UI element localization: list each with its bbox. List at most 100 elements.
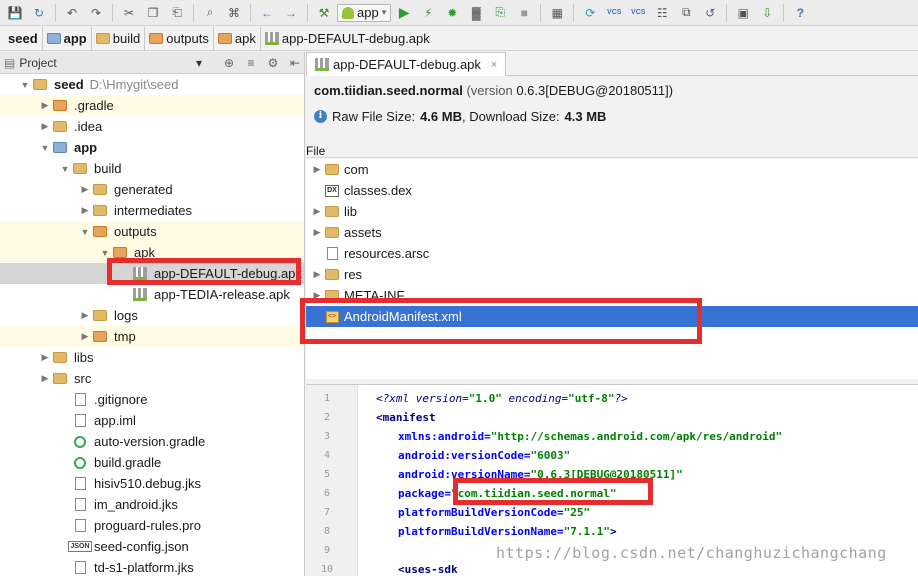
line-number: 5	[323, 469, 331, 480]
tree-item[interactable]: JSON seed-config.json	[0, 536, 304, 557]
collapsed-arrow-icon[interactable]: ▶	[78, 184, 92, 195]
tree-item[interactable]: .gitignore	[0, 389, 304, 410]
collapsed-arrow-icon[interactable]: ▶	[310, 290, 324, 301]
editor-tab-apk[interactable]: app-DEFAULT-debug.apk ×	[306, 52, 507, 76]
hide-panel-icon[interactable]: ⇤	[286, 56, 304, 70]
replace-icon[interactable]: ⌘	[223, 3, 245, 23]
collapsed-arrow-icon[interactable]: ▶	[310, 269, 324, 280]
tree-item[interactable]: ▶ generated	[0, 179, 304, 200]
attach-debugger-icon[interactable]: ⎘	[489, 3, 511, 23]
close-icon[interactable]: ×	[491, 59, 497, 71]
file-icon	[324, 247, 340, 261]
breadcrumb-item-outputs[interactable]: outputs	[145, 26, 214, 51]
breadcrumb-item-app[interactable]: app	[43, 26, 92, 51]
tree-item-label: intermediates	[114, 203, 193, 218]
expanded-arrow-icon[interactable]: ▼	[78, 227, 92, 237]
copy-icon[interactable]: ❐	[142, 3, 164, 23]
apk-file-row[interactable]: ▶ com	[306, 159, 918, 180]
help-icon[interactable]: ?	[789, 3, 811, 23]
tree-item[interactable]: proguard-rules.pro	[0, 515, 304, 536]
sync-icon[interactable]: ↻	[28, 3, 50, 23]
tree-item[interactable]: ▶ src	[0, 368, 304, 389]
expanded-arrow-icon[interactable]: ▼	[18, 80, 32, 90]
collapsed-arrow-icon[interactable]: ▶	[310, 227, 324, 238]
tree-item[interactable]: ▶ .idea	[0, 116, 304, 137]
vcs-history-icon[interactable]: ☷	[651, 3, 673, 23]
tree-item[interactable]: ▼ seed D:\Hmygit\seed	[0, 74, 304, 95]
scroll-from-source-icon[interactable]: ⊕	[220, 56, 238, 70]
breadcrumb-item-build[interactable]: build	[92, 26, 146, 51]
tree-item[interactable]: hisiv510.debug.jks	[0, 473, 304, 494]
apk-file-row[interactable]: ▶ META-INF	[306, 285, 918, 306]
expanded-arrow-icon[interactable]: ▼	[58, 164, 72, 174]
find-icon[interactable]: ⌕	[199, 3, 221, 23]
tree-item[interactable]: ▶ tmp	[0, 326, 304, 347]
tree-item[interactable]: ▼ outputs	[0, 221, 304, 242]
expanded-arrow-icon[interactable]: ▼	[98, 248, 112, 258]
collapsed-arrow-icon[interactable]: ▶	[310, 206, 324, 217]
apk-file-row[interactable]: ▶ lib	[306, 201, 918, 222]
save-icon[interactable]: 💾	[4, 3, 26, 23]
apk-file-row[interactable]: DX classes.dex	[306, 180, 918, 201]
project-view-title[interactable]: Project	[19, 56, 56, 70]
tree-item[interactable]: ▶ libs	[0, 347, 304, 368]
collapse-all-icon[interactable]: ≡	[242, 56, 260, 70]
apk-file-row[interactable]: ▶ assets	[306, 222, 918, 243]
tree-item[interactable]: ▶ logs	[0, 305, 304, 326]
run-config-dropdown[interactable]: app ▾	[337, 3, 392, 22]
apk-file-row[interactable]: ▶ res	[306, 264, 918, 285]
debug-icon[interactable]: ✹	[441, 3, 463, 23]
run-icon[interactable]: ▶	[393, 3, 415, 23]
tree-item[interactable]: build.gradle	[0, 452, 304, 473]
vcs-update-icon[interactable]: ⟳	[579, 3, 601, 23]
folder-orange-icon	[92, 225, 108, 239]
paste-icon[interactable]: ⎗	[166, 3, 188, 23]
tree-item[interactable]: app-DEFAULT-debug.apk	[0, 263, 304, 284]
tree-item[interactable]: auto-version.gradle	[0, 431, 304, 452]
breadcrumb-item-seed[interactable]: seed	[4, 26, 43, 51]
collapsed-arrow-icon[interactable]: ▶	[38, 121, 52, 132]
vcs-push-icon[interactable]: VCS	[627, 3, 649, 23]
collapsed-arrow-icon[interactable]: ▶	[38, 352, 52, 363]
file-column-header[interactable]: File	[306, 144, 918, 158]
collapsed-arrow-icon[interactable]: ▶	[38, 373, 52, 384]
apk-file-row[interactable]: <> AndroidManifest.xml	[306, 306, 918, 327]
undo-icon[interactable]: ↶	[61, 3, 83, 23]
breadcrumb-item-apk-file[interactable]: app-DEFAULT-debug.apk	[261, 27, 434, 51]
tree-item[interactable]: app.iml	[0, 410, 304, 431]
stop-icon[interactable]: ■	[513, 3, 535, 23]
redo-icon[interactable]: ↷	[85, 3, 107, 23]
tree-item[interactable]: ▼ build	[0, 158, 304, 179]
collapsed-arrow-icon[interactable]: ▶	[78, 310, 92, 321]
avd-manager-icon[interactable]: ⇩	[756, 3, 778, 23]
forward-icon[interactable]: →	[280, 3, 302, 23]
project-view-dropdown[interactable]: ▾	[196, 56, 202, 70]
make-project-icon[interactable]: ⚒	[313, 3, 335, 23]
tree-item[interactable]: ▼ app	[0, 137, 304, 158]
tree-item[interactable]: app-TEDIA-release.apk	[0, 284, 304, 305]
apk-file-row[interactable]: resources.arsc	[306, 243, 918, 264]
back-icon[interactable]: ←	[256, 3, 278, 23]
apply-changes-icon[interactable]: ⚡	[417, 3, 439, 23]
collapsed-arrow-icon[interactable]: ▶	[310, 164, 324, 175]
vcs-compare-icon[interactable]: ⧉	[675, 3, 697, 23]
tree-item[interactable]: td-s1-platform.jks	[0, 557, 304, 576]
collapsed-arrow-icon[interactable]: ▶	[78, 205, 92, 216]
project-panel: ▤ Project ▾ ⊕ ≡ ⚙ ⇤ ▼ seed D:\Hmygit\seed ▶…	[0, 52, 305, 576]
tree-item[interactable]: ▶ intermediates	[0, 200, 304, 221]
tree-item[interactable]: ▼ apk	[0, 242, 304, 263]
expanded-arrow-icon[interactable]: ▼	[38, 143, 52, 153]
profile-icon[interactable]: ▓	[465, 3, 487, 23]
cut-icon[interactable]: ✂	[118, 3, 140, 23]
settings-gear-icon[interactable]: ⚙	[264, 56, 282, 70]
collapsed-arrow-icon[interactable]: ▶	[78, 331, 92, 342]
vcs-revert-icon[interactable]: ↺	[699, 3, 721, 23]
sdk-manager-icon[interactable]: ▦	[546, 3, 568, 23]
project-structure-icon[interactable]: ▣	[732, 3, 754, 23]
tree-item-label: generated	[114, 182, 173, 197]
tree-item[interactable]: im_android.jks	[0, 494, 304, 515]
breadcrumb-item-apk[interactable]: apk	[214, 26, 261, 51]
collapsed-arrow-icon[interactable]: ▶	[38, 100, 52, 111]
vcs-commit-icon[interactable]: VCS	[603, 3, 625, 23]
tree-item[interactable]: ▶ .gradle	[0, 95, 304, 116]
